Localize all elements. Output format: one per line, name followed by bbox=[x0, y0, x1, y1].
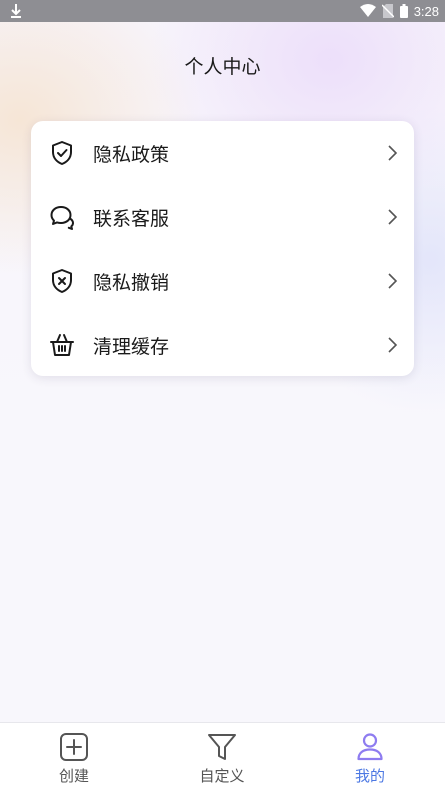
no-sim-icon bbox=[381, 4, 394, 18]
menu-item-contact-support[interactable]: 联系客服 bbox=[31, 185, 414, 249]
download-icon bbox=[11, 4, 21, 18]
tab-customize[interactable]: 自定义 bbox=[162, 723, 282, 793]
menu-item-clear-cache[interactable]: 清理缓存 bbox=[31, 313, 414, 377]
tab-mine[interactable]: 我的 bbox=[310, 723, 430, 793]
chat-bubbles-icon bbox=[50, 206, 74, 230]
shield-x-icon bbox=[52, 269, 72, 293]
menu-item-label: 清理缓存 bbox=[93, 335, 170, 358]
filter-icon bbox=[208, 734, 236, 760]
status-time: 3:28 bbox=[413, 3, 439, 19]
chevron-right-icon bbox=[388, 209, 398, 225]
menu-item-privacy-policy[interactable]: 隐私政策 bbox=[31, 121, 414, 185]
menu-item-label: 隐私政策 bbox=[93, 143, 170, 166]
menu-item-revoke-privacy[interactable]: 隐私撤销 bbox=[31, 249, 414, 313]
chevron-right-icon bbox=[388, 145, 398, 161]
chevron-right-icon bbox=[388, 337, 398, 353]
tab-label: 自定义 bbox=[199, 767, 245, 785]
plus-square-icon bbox=[60, 733, 88, 761]
chevron-right-icon bbox=[388, 273, 398, 289]
user-icon bbox=[357, 733, 383, 761]
tab-label: 创建 bbox=[58, 767, 89, 785]
basket-icon bbox=[50, 334, 74, 356]
menu-item-label: 联系客服 bbox=[93, 207, 170, 230]
menu-item-label: 隐私撤销 bbox=[93, 271, 170, 294]
shield-check-icon bbox=[52, 141, 72, 165]
tab-label: 我的 bbox=[354, 767, 385, 785]
status-bar: 3:28 bbox=[0, 0, 445, 22]
bottom-tab-bar: 创建 自定义 我的 bbox=[0, 722, 445, 793]
page-title: 个人中心 bbox=[184, 56, 261, 78]
page-background bbox=[0, 0, 445, 792]
battery-icon bbox=[399, 4, 408, 18]
tab-create[interactable]: 创建 bbox=[14, 723, 134, 793]
wifi-icon bbox=[359, 4, 376, 17]
menu-card: 隐私政策 联系客服 隐私撤销 清理缓存 bbox=[31, 121, 414, 376]
